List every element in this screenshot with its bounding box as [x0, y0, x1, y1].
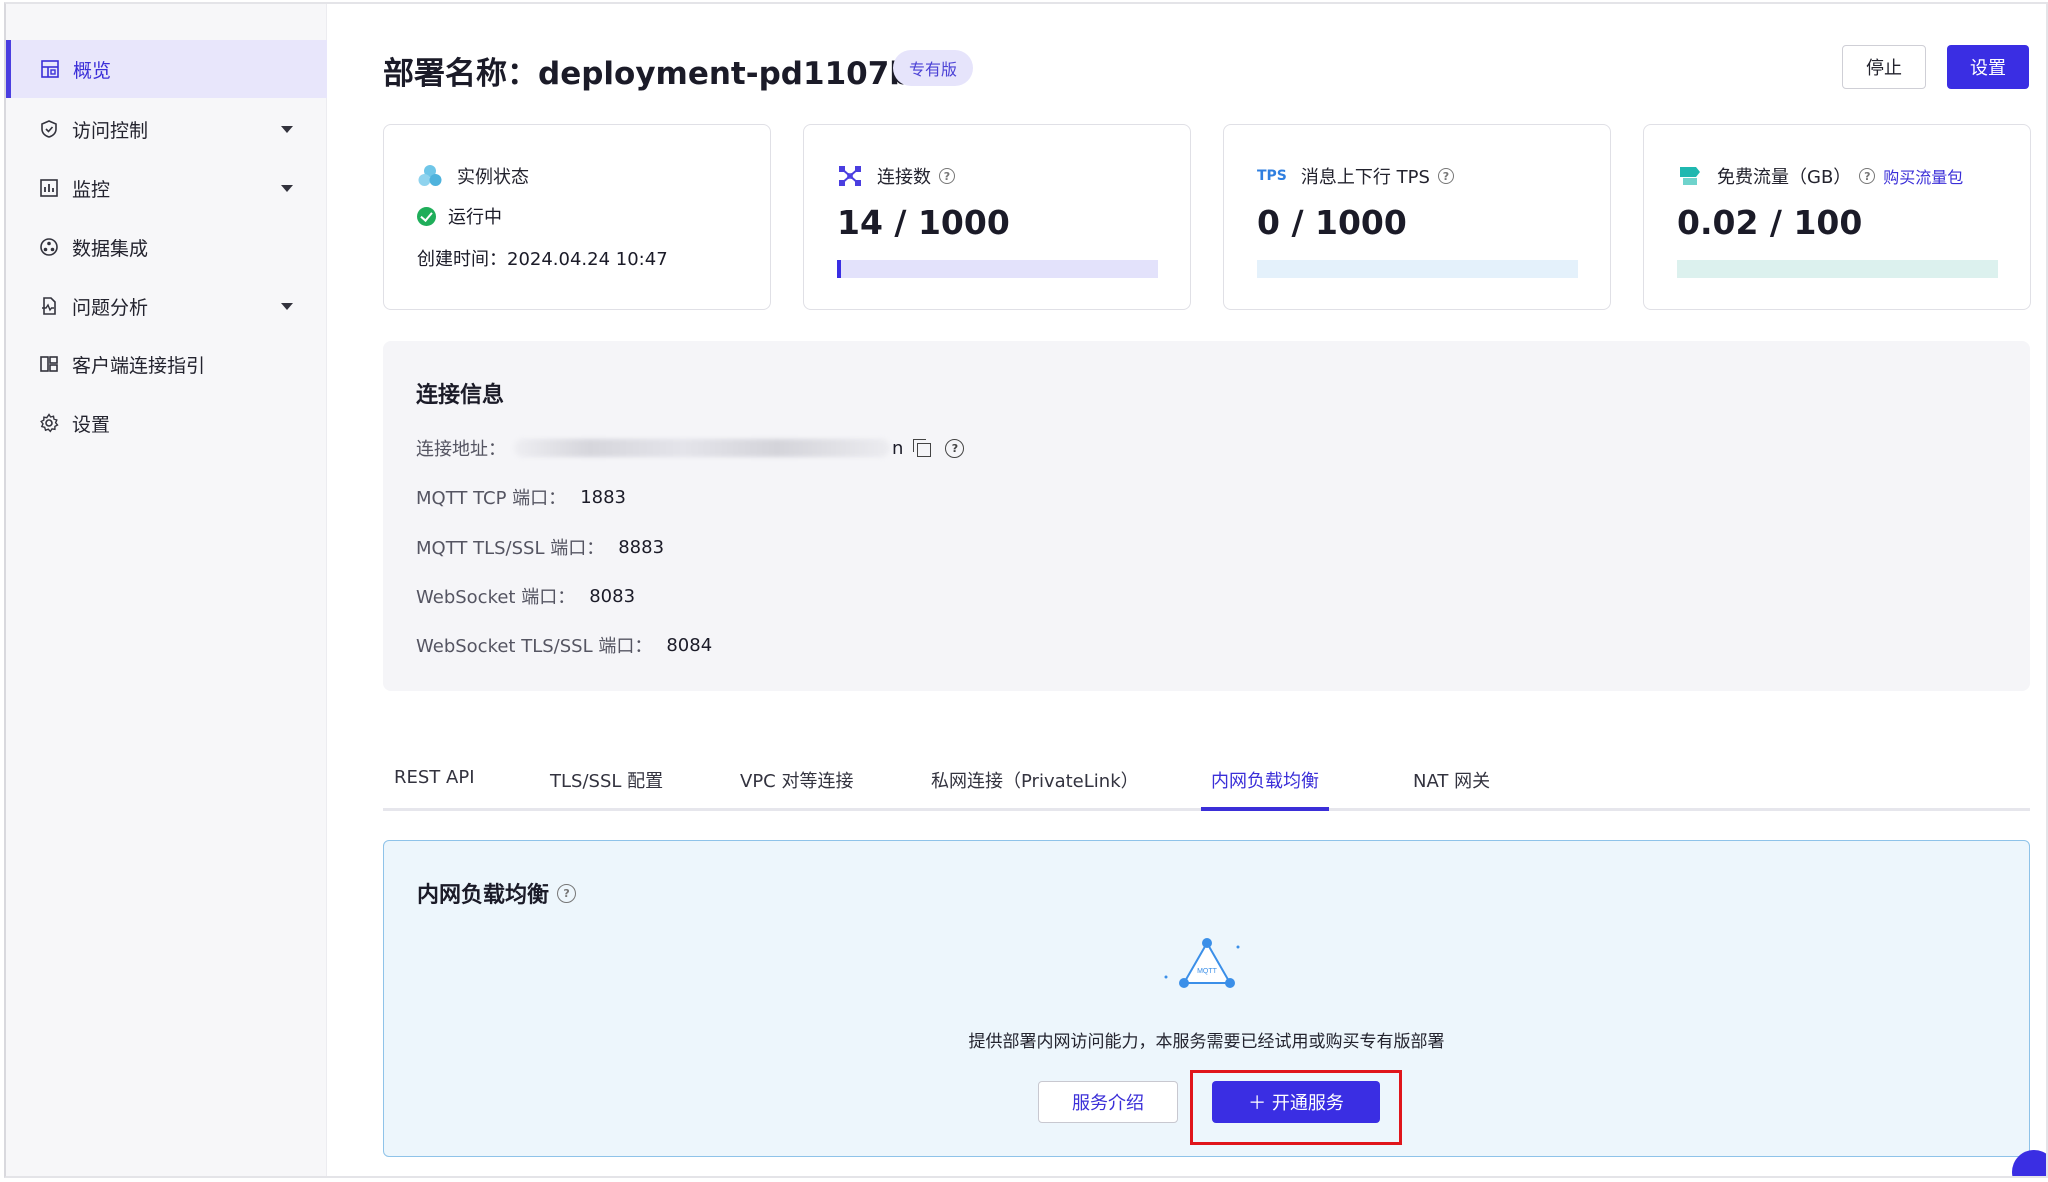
internal-lb-title-text: 内网负载均衡 [417, 883, 550, 908]
help-icon[interactable]: ? [939, 168, 955, 184]
sidebar-item-monitor[interactable]: 监控 [6, 159, 327, 217]
chevron-down-icon [281, 303, 293, 310]
client-guide-icon [38, 353, 60, 375]
mqtt-tcp-port-row: MQTT TCP 端口： 1883 [416, 484, 626, 510]
diagnosis-icon [38, 295, 60, 317]
sidebar: 概览 访问控制 监控 数据集成 问题分析 客户端连接指引 设置 [6, 4, 327, 1176]
port-value: 1883 [580, 486, 626, 508]
connections-card: 连接数 ? 14 / 1000 [803, 124, 1191, 310]
highlight-annotation-box [1190, 1070, 1402, 1145]
port-value: 8883 [618, 536, 665, 558]
page-title: 部署名称：deployment-pd1107ba [383, 56, 933, 92]
connections-progress-bar [837, 260, 1158, 278]
chevron-down-icon [281, 126, 293, 133]
connections-progress-fill [837, 260, 842, 278]
port-label: WebSocket TLS/SSL 端口： [416, 636, 653, 657]
tps-value: 0 / 1000 [1257, 203, 1407, 242]
integration-icon [38, 236, 60, 258]
help-icon[interactable]: ? [557, 883, 577, 903]
traffic-progress-bar [1677, 260, 1998, 278]
tab-internal-lb[interactable]: 内网负载均衡 [1201, 767, 1329, 811]
sidebar-item-settings[interactable]: 设置 [6, 394, 327, 452]
copy-icon[interactable] [913, 439, 932, 457]
service-intro-button[interactable]: 服务介绍 [1038, 1081, 1178, 1123]
card-header: 实例状态 [417, 163, 529, 189]
traffic-card: 免费流量（GB） ? 购买流量包 0.02 / 100 [1643, 124, 2031, 310]
connections-icon [837, 163, 863, 189]
created-time: 创建时间：2024.04.24 10:47 [417, 249, 668, 270]
sidebar-item-access-control[interactable]: 访问控制 [6, 100, 327, 158]
connection-address-row: 连接地址： n ? [416, 435, 965, 461]
tier-badge: 专有版 [893, 50, 974, 86]
card-label: 消息上下行 TPS [1300, 167, 1430, 188]
sidebar-item-overview[interactable]: 概览 [6, 40, 327, 98]
stop-button[interactable]: 停止 [1842, 45, 1926, 89]
tps-icon: TPS [1257, 168, 1287, 184]
sidebar-item-diagnosis[interactable]: 问题分析 [6, 277, 327, 335]
gear-icon [38, 412, 60, 434]
websocket-port-row: WebSocket 端口： 8083 [416, 583, 635, 609]
app-window: 概览 访问控制 监控 数据集成 问题分析 客户端连接指引 设置 部署名称：dep… [4, 2, 2048, 1178]
tab-privatelink[interactable]: 私网连接（PrivateLink） [931, 767, 1139, 811]
traffic-value: 0.02 / 100 [1677, 203, 1863, 242]
sidebar-item-label: 问题分析 [72, 296, 149, 319]
status-value: 运行中 [448, 207, 502, 228]
tps-card: TPS 消息上下行 TPS ? 0 / 1000 [1223, 124, 1611, 310]
sidebar-item-data-integration[interactable]: 数据集成 [6, 218, 327, 276]
main-content: 部署名称：deployment-pd1107ba 专有版 停止 设置 实例状态 … [327, 4, 2046, 1176]
check-circle-icon [417, 206, 436, 226]
monitor-chart-icon [38, 177, 60, 199]
mqtt-tls-port-row: MQTT TLS/SSL 端口： 8883 [416, 534, 664, 560]
port-label: MQTT TLS/SSL 端口： [416, 538, 605, 559]
address-tail: n [892, 437, 904, 459]
settings-button[interactable]: 设置 [1947, 45, 2029, 89]
mqtt-network-illustration: MQTT [1162, 937, 1252, 993]
card-header: 连接数 ? [837, 163, 955, 189]
instance-status-card: 实例状态 运行中 创建时间：2024.04.24 10:47 [383, 124, 771, 310]
port-label: MQTT TCP 端口： [416, 488, 567, 509]
connection-info-title: 连接信息 [416, 383, 505, 408]
tps-progress-bar [1257, 260, 1578, 278]
help-icon[interactable]: ? [1437, 168, 1454, 184]
traffic-icon [1677, 163, 1703, 189]
tab-rest-api[interactable]: REST API [394, 767, 475, 811]
tab-vpc-peering[interactable]: VPC 对等连接 [740, 767, 853, 811]
help-icon[interactable]: ? [1859, 168, 1876, 184]
tab-tls-ssl[interactable]: TLS/SSL 配置 [550, 767, 663, 811]
chevron-down-icon [281, 185, 293, 192]
feature-tabs: REST API TLS/SSL 配置 VPC 对等连接 私网连接（Privat… [383, 759, 2030, 811]
address-label: 连接地址： [416, 439, 506, 460]
shield-icon [38, 118, 60, 140]
tab-nat-gateway[interactable]: NAT 网关 [1413, 767, 1490, 811]
sidebar-item-label: 客户端连接指引 [72, 354, 206, 377]
internal-lb-title: 内网负载均衡 ? [417, 877, 577, 909]
sidebar-item-label: 数据集成 [72, 237, 149, 260]
port-value: 8083 [589, 585, 636, 607]
websocket-tls-port-row: WebSocket TLS/SSL 端口： 8084 [416, 632, 712, 658]
port-value: 8084 [666, 634, 713, 656]
card-header: TPS 消息上下行 TPS ? [1257, 163, 1454, 189]
help-icon[interactable]: ? [945, 438, 965, 458]
sidebar-item-label: 监控 [72, 178, 111, 201]
status-line: 运行中 [417, 203, 502, 229]
svg-text:MQTT: MQTT [1197, 968, 1218, 975]
blurred-address [514, 439, 890, 457]
connection-info-panel: 连接信息 连接地址： n ? MQTT TCP 端口： 1883 MQTT TL… [383, 341, 2030, 691]
sidebar-item-label: 概览 [73, 59, 112, 82]
sidebar-item-label: 设置 [72, 413, 111, 436]
connections-value: 14 / 1000 [837, 203, 1010, 242]
card-label: 实例状态 [457, 167, 529, 188]
card-header: 免费流量（GB） ? 购买流量包 [1677, 163, 1963, 189]
port-label: WebSocket 端口： [416, 587, 576, 608]
card-label: 免费流量（GB） [1717, 167, 1852, 188]
overview-icon [39, 58, 61, 80]
buy-traffic-link[interactable]: 购买流量包 [1883, 164, 1963, 188]
card-label: 连接数 [877, 167, 931, 188]
cluster-icon [417, 163, 443, 189]
sidebar-item-client-guide[interactable]: 客户端连接指引 [6, 335, 327, 393]
sidebar-item-label: 访问控制 [72, 119, 149, 142]
internal-lb-description: 提供部署内网访问能力，本服务需要已经试用或购买专有版部署 [968, 1032, 1445, 1052]
